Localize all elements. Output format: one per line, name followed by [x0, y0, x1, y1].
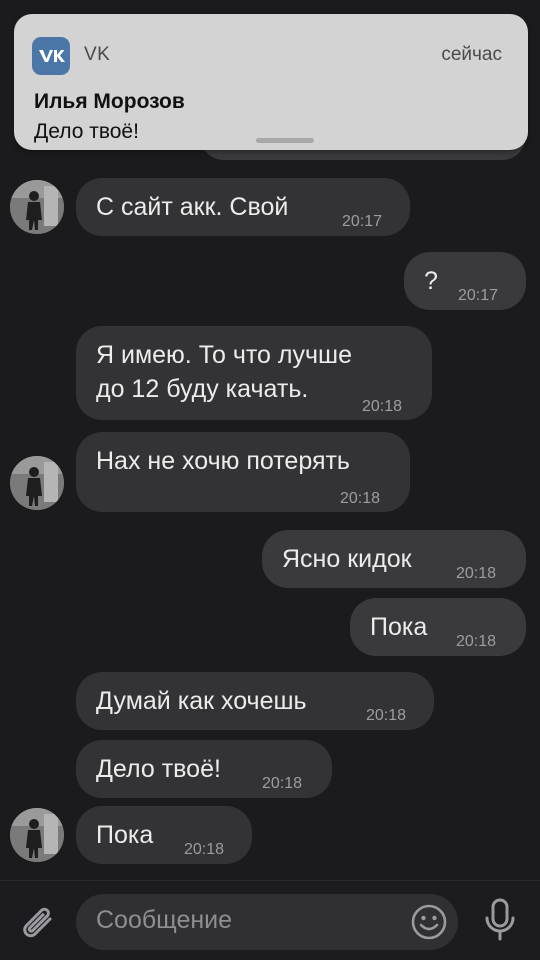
- avatar-photo: [10, 456, 64, 510]
- message-bubble-incoming[interactable]: Пока 20:18: [76, 806, 252, 864]
- message-bubble-outgoing[interactable]: Ясно кидок 20:18: [262, 530, 526, 588]
- message-text: Думай как хочешь: [96, 687, 307, 715]
- notification-grabber[interactable]: [256, 138, 314, 143]
- notification-time: сейчас: [441, 44, 502, 65]
- notification-message: Дело твоё!: [34, 120, 139, 143]
- avatar[interactable]: [10, 456, 64, 510]
- composer-bar: Сообщение: [0, 880, 540, 960]
- vk-logo-glyph: [39, 50, 65, 62]
- notification-sender: Илья Морозов: [34, 90, 185, 113]
- message-text: Нах не хочю потерять: [96, 447, 350, 475]
- message-time: 20:18: [262, 775, 303, 792]
- message-text: Пока: [96, 821, 154, 849]
- message-time: 20:18: [184, 841, 225, 858]
- emoji-icon[interactable]: [410, 903, 448, 941]
- message-text: Ясно кидок: [282, 545, 412, 573]
- avatar[interactable]: [10, 180, 64, 234]
- message-bubble-incoming[interactable]: Думай как хочешь 20:18: [76, 672, 434, 730]
- message-bubble-incoming[interactable]: Дело твоё! 20:18: [76, 740, 332, 798]
- message-time: 20:17: [342, 213, 383, 230]
- message-time: 20:18: [456, 633, 497, 650]
- message-bubble-incoming[interactable]: С сайт акк. Свой 20:17: [76, 178, 410, 236]
- message-time: 20:18: [456, 565, 497, 582]
- avatar[interactable]: [10, 808, 64, 862]
- microphone-icon[interactable]: [480, 897, 520, 945]
- message-text: С сайт акк. Свой: [96, 193, 289, 221]
- push-notification[interactable]: VK сейчас Илья Морозов Дело твоё!: [14, 14, 528, 150]
- avatar-photo: [10, 808, 64, 862]
- chat-screen: С сайт акк. Свой 20:17 ? 20:17 Я имею. Т…: [0, 0, 540, 960]
- message-bubble-incoming[interactable]: Нах не хочю потерять 20:18: [76, 432, 410, 512]
- notification-app-name: VK: [84, 44, 111, 65]
- message-bubble-incoming[interactable]: Я имею. То что лучше до 12 буду качать. …: [76, 326, 432, 420]
- message-text: Пока: [370, 613, 428, 641]
- message-time: 20:18: [366, 707, 407, 724]
- message-time: 20:17: [458, 287, 499, 304]
- message-text: Дело твоё!: [96, 755, 221, 783]
- message-time: 20:18: [340, 490, 381, 507]
- message-text: ?: [424, 267, 438, 295]
- message-input-placeholder: Сообщение: [96, 906, 233, 934]
- paperclip-icon[interactable]: [18, 899, 58, 943]
- message-input[interactable]: Сообщение: [76, 894, 458, 950]
- message-bubble-outgoing[interactable]: ? 20:17: [404, 252, 526, 310]
- avatar-photo: [10, 180, 64, 234]
- message-text: Я имею. То что лучше до 12 буду качать.: [96, 341, 352, 403]
- vk-logo-icon: [32, 37, 70, 75]
- message-bubble-outgoing[interactable]: Пока 20:18: [350, 598, 526, 656]
- message-time: 20:18: [362, 398, 403, 415]
